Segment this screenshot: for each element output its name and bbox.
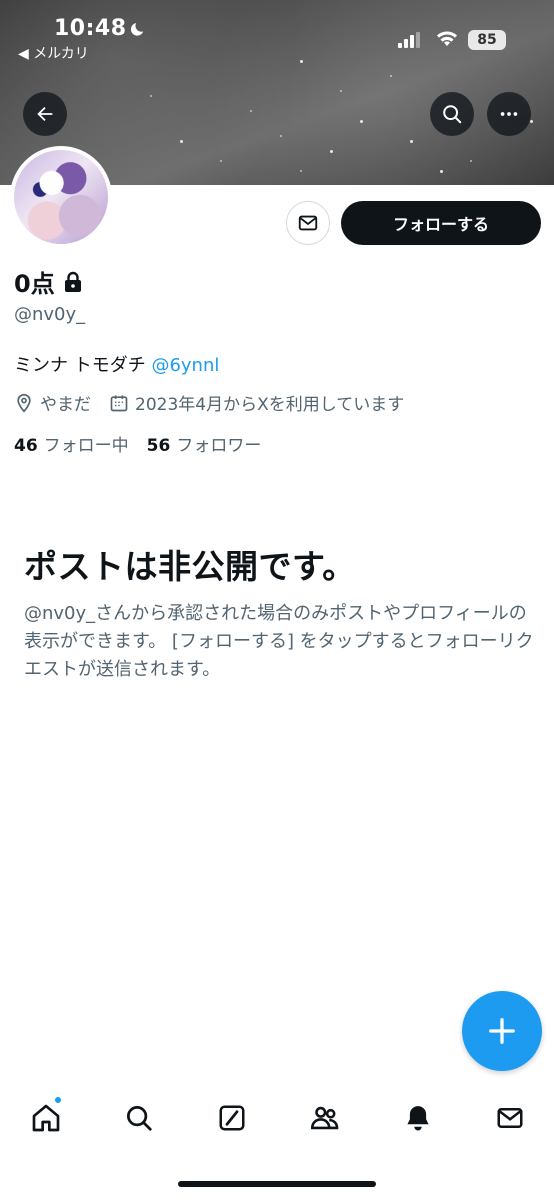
search-icon (443, 105, 462, 124)
follow-button[interactable]: フォローする (341, 201, 541, 245)
tab-notifications[interactable] (398, 1098, 438, 1138)
search-button[interactable] (430, 92, 474, 136)
home-icon (32, 1104, 60, 1132)
profile-meta: やまだ 2023年4月からXを利用しています (14, 390, 404, 415)
more-icon (500, 112, 518, 116)
following-link[interactable]: 46 フォロー中 (14, 431, 129, 456)
private-notice-title: ポストは非公開です。 (24, 547, 356, 586)
followers-link[interactable]: 56 フォロワー (147, 431, 262, 456)
bio-mention-link[interactable]: @6ynnl (151, 355, 219, 376)
wifi-icon (437, 31, 457, 46)
display-name-row: 0点 (14, 264, 83, 299)
calendar-icon (110, 395, 128, 411)
home-indicator (178, 1181, 376, 1187)
profile-avatar[interactable] (10, 146, 112, 248)
tab-grok[interactable] (212, 1098, 252, 1138)
compose-post-button[interactable] (462, 991, 542, 1071)
location-text: やまだ (40, 395, 91, 415)
battery-indicator: 85 (468, 30, 506, 50)
moon-icon (130, 23, 144, 36)
private-notice-body: @nv0y_さんから承認された場合のみポストやプロフィールの表示ができます。 [… (24, 603, 534, 680)
tab-communities[interactable] (305, 1098, 345, 1138)
location-icon (17, 393, 31, 413)
cellular-signal-icon (398, 32, 420, 48)
tab-explore[interactable] (119, 1098, 159, 1138)
home-unread-dot (53, 1095, 63, 1105)
communities-icon (310, 1106, 339, 1130)
messages-icon (497, 1108, 523, 1128)
back-arrow-icon (37, 106, 53, 122)
bio: ミンナ トモダチ @6ynnl (14, 351, 219, 377)
message-icon (298, 215, 318, 231)
notifications-icon (407, 1106, 429, 1131)
joined-date: 2023年4月からXを利用しています (135, 395, 405, 415)
back-to-app-link[interactable]: ◀ メルカリ (18, 43, 89, 63)
more-options-button[interactable] (487, 92, 531, 136)
explore-icon (127, 1106, 152, 1131)
bio-text: ミンナ トモダチ (14, 355, 152, 376)
back-button[interactable] (23, 92, 67, 136)
plus-icon (489, 1018, 515, 1044)
status-time: 10:48 (54, 16, 127, 41)
display-name: 0点 (14, 270, 55, 298)
lock-icon (64, 271, 81, 292)
user-handle: @nv0y_ (14, 304, 86, 325)
tab-messages[interactable] (490, 1098, 530, 1138)
message-button[interactable] (286, 201, 330, 245)
bottom-tab-bar (0, 1090, 554, 1150)
grok-icon (219, 1105, 245, 1131)
follow-counts: 46 フォロー中 56 フォロワー (14, 431, 261, 456)
